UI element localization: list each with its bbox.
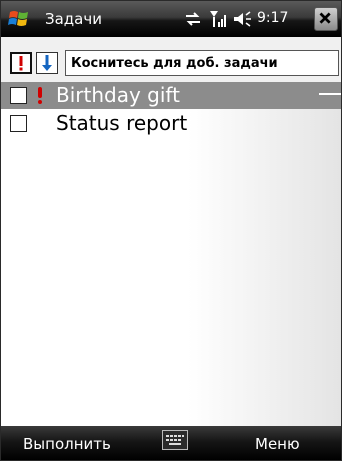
keyboard-button[interactable] — [162, 430, 188, 450]
exclamation-icon — [19, 56, 23, 71]
close-icon — [319, 12, 331, 24]
down-arrow-icon — [42, 55, 52, 71]
menu-softkey[interactable]: Меню — [255, 435, 300, 453]
close-button[interactable] — [314, 7, 338, 31]
keyboard-icon — [166, 435, 184, 445]
tasks-screen: Задачи 9:17 Коснитесь для доб. задачи Bi… — [0, 0, 342, 461]
high-priority-icon — [38, 87, 42, 104]
task-checkbox[interactable] — [10, 87, 27, 104]
high-priority-button[interactable] — [10, 52, 32, 74]
task-label: Status report — [56, 111, 188, 135]
task-row[interactable]: Status report — [1, 110, 341, 137]
volume-icon[interactable] — [233, 10, 253, 28]
new-task-input[interactable] — [65, 50, 339, 76]
complete-softkey[interactable]: Выполнить — [23, 435, 111, 453]
signal-icon[interactable] — [209, 9, 229, 29]
sync-icon[interactable] — [184, 10, 202, 28]
task-checkbox[interactable] — [10, 115, 27, 132]
task-label: Birthday gift — [56, 83, 180, 107]
task-row[interactable]: Birthday gift — [1, 82, 341, 109]
clock[interactable]: 9:17 — [257, 10, 288, 26]
windows-start-icon[interactable] — [7, 7, 31, 31]
soft-key-bar: Выполнить Меню — [1, 426, 341, 460]
title-bar: Задачи 9:17 — [1, 1, 341, 37]
low-priority-button[interactable] — [36, 52, 58, 74]
task-list: Birthday gift Status report — [1, 82, 341, 426]
app-title: Задачи — [45, 10, 102, 28]
drag-handle[interactable] — [319, 93, 341, 95]
new-task-bar — [1, 37, 341, 83]
